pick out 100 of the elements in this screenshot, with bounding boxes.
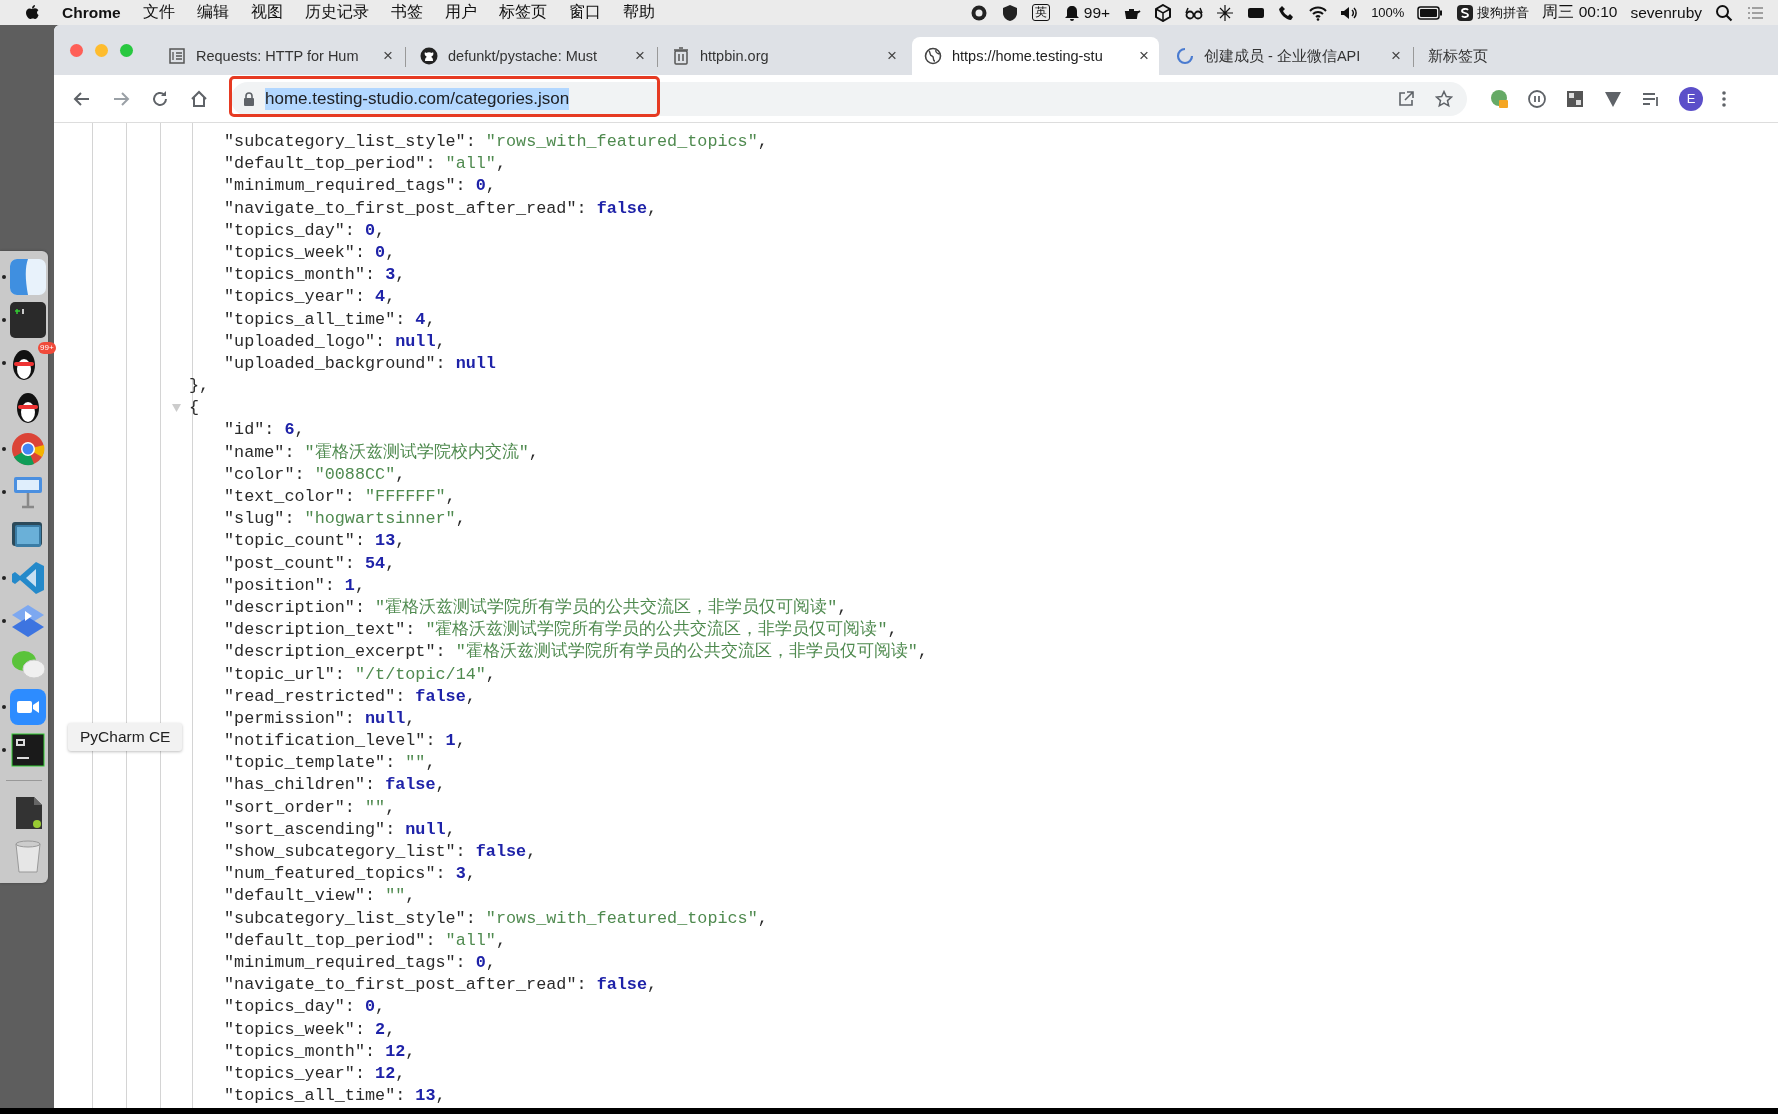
url-text: home.testing-studio.com/categories.json: [265, 87, 570, 110]
menu-item[interactable]: 编辑: [196, 2, 229, 23]
json-line: "topic_template": "",: [224, 752, 436, 775]
spinner-icon: [1176, 47, 1194, 65]
json-line: "navigate_to_first_post_after_read": false,: [224, 197, 658, 220]
close-tab-button[interactable]: ×: [635, 46, 645, 66]
terminal-icon[interactable]: [10, 301, 46, 338]
close-tab-button[interactable]: ×: [1139, 46, 1149, 66]
close-tab-button[interactable]: ×: [887, 46, 897, 66]
menu-item[interactable]: 文件: [142, 2, 175, 23]
sparkle-icon[interactable]: [1216, 3, 1235, 22]
json-line: "id": 6,: [224, 419, 305, 442]
split-square-icon[interactable]: [10, 258, 46, 295]
close-tab-button[interactable]: ×: [1391, 46, 1401, 66]
menu-item[interactable]: 用户: [444, 2, 477, 23]
menu-item[interactable]: 视图: [250, 2, 283, 23]
json-line: "default_top_period": "all",: [224, 929, 506, 952]
json-line: "description_excerpt": "霍格沃兹测试学院所有学员的公共交流区，非学员仅可阅读",: [224, 641, 928, 664]
browser-tab[interactable]: 创建成员 - 企业微信API ×: [1164, 37, 1411, 75]
json-line: "sort_ascending": null,: [224, 818, 456, 841]
json-line: "topic_count": 13,: [224, 530, 406, 553]
json-line: "permission": null,: [224, 707, 416, 730]
json-line: "subcategory_list_style": "rows_with_featured_topics",: [224, 131, 768, 153]
browser-tab[interactable]: 新标签页: [1416, 37, 1516, 75]
globe-icon: [924, 47, 942, 65]
json-line: "read_restricted": false,: [224, 685, 476, 708]
menu-item[interactable]: 帮助: [622, 2, 655, 23]
json-brace: {: [189, 397, 200, 420]
json-line: "default_top_period": "all",: [224, 153, 506, 176]
json-line: "topics_day": 0,: [224, 996, 386, 1019]
ring-logo-icon[interactable]: [10, 430, 46, 467]
battery-icon[interactable]: [1417, 5, 1444, 20]
json-line: "minimum_required_tags": 0,: [224, 175, 496, 198]
document-icon: [168, 47, 186, 65]
apple-logo-icon[interactable]: [24, 3, 40, 22]
json-line: "topics_week": 0,: [224, 241, 396, 264]
json-line: "uploaded_logo": null,: [224, 330, 446, 353]
json-line: "description": "霍格沃兹测试学院所有学员的公共交流区，非学员仅可阅读",: [224, 596, 848, 619]
lock-icon: [243, 91, 255, 106]
cube-icon[interactable]: [1154, 3, 1173, 22]
close-tab-button[interactable]: ×: [383, 46, 393, 66]
json-line: "default_view": "",: [224, 885, 416, 908]
notification-count: 99+: [1083, 3, 1111, 22]
circle-status-icon[interactable]: [969, 3, 988, 22]
json-line: "name": "霍格沃兹测试学院校内交流",: [224, 441, 539, 464]
json-line: "subcategory_list_style": "rows_with_featured_topics",: [224, 907, 768, 930]
profile-avatar[interactable]: E: [1679, 86, 1703, 111]
grid-square-icon[interactable]: [1565, 88, 1585, 109]
json-line: "show_subcategory_list": false,: [224, 841, 537, 863]
browser-tab[interactable]: https://home.testing-stu ×: [912, 37, 1159, 75]
battery-percentage: 100%: [1371, 5, 1405, 20]
json-line: "slug": "hogwartsinner",: [224, 508, 466, 531]
app-square-icon[interactable]: [10, 731, 46, 768]
input-method-name[interactable]: 搜狗拼音: [1477, 3, 1530, 22]
tooltip: PyCharm CE: [68, 723, 183, 751]
json-line: "post_count": 54,: [224, 552, 396, 575]
json-line: "topics_month": 3,: [224, 264, 406, 287]
menu-item[interactable]: 历史记录: [304, 2, 369, 23]
input-language-indicator[interactable]: 英: [1031, 4, 1050, 21]
browser-tab[interactable]: Requests: HTTP for Hum ×: [156, 37, 403, 75]
json-line: "has_children": false,: [224, 774, 446, 797]
input-method-icon[interactable]: [1456, 3, 1475, 22]
home-icon[interactable]: [189, 88, 209, 109]
video-camera-icon[interactable]: [10, 688, 46, 725]
jar-icon: [672, 47, 690, 65]
json-line: "topics_year": 12,: [224, 1062, 406, 1085]
json-line: "num_featured_topics": 3,: [224, 863, 476, 886]
json-line: "notification_level": 1,: [224, 730, 466, 753]
menu-item[interactable]: 书签: [390, 2, 423, 23]
menu-item[interactable]: 窗口: [568, 2, 601, 23]
clock[interactable]: 周三 00:10: [1542, 2, 1618, 23]
browser-tab[interactable]: httpbin.org ×: [660, 37, 907, 75]
json-line: "text_color": "FFFFFF",: [224, 486, 456, 508]
json-line: "uploaded_background": null: [224, 352, 496, 375]
json-line: "topics_year": 4,: [224, 286, 396, 309]
json-line: "position": 1,: [224, 574, 365, 597]
json-line: "topics_month": 12,: [224, 1040, 416, 1063]
star-icon[interactable]: [1435, 89, 1453, 108]
open-external-icon[interactable]: [1397, 89, 1415, 108]
json-brace: },: [189, 375, 210, 398]
menu-item[interactable]: 标签页: [498, 2, 547, 23]
search-icon[interactable]: [1715, 3, 1733, 22]
extension-icon[interactable]: [1489, 88, 1509, 109]
more-menu-icon[interactable]: [1721, 88, 1727, 109]
json-line: "topics_week": 2,: [224, 1018, 396, 1041]
shield-status-icon[interactable]: [1000, 3, 1019, 22]
json-line: "color": "0088CC",: [224, 463, 406, 486]
json-line: "topics_all_time": 13,: [224, 1085, 446, 1108]
play-icon[interactable]: [10, 602, 46, 639]
json-line: "topics_day": 0,: [224, 219, 386, 242]
json-line: "topic_url": "/t/topic/14",: [224, 663, 496, 686]
ribbon-logo-icon[interactable]: [10, 559, 46, 596]
app-menu[interactable]: Chrome: [62, 3, 121, 22]
json-line: "topics_all_time": 4,: [224, 308, 436, 331]
json-line: "description_text": "霍格沃兹测试学院所有学员的公共交流区，非学员仅可阅读",: [224, 619, 898, 641]
notification-badge: 99+: [38, 342, 56, 354]
browser-tab[interactable]: defunkt/pystache: Must ×: [408, 37, 655, 75]
json-line: "navigate_to_first_post_after_read": false,: [224, 974, 658, 997]
user-name[interactable]: sevenruby: [1630, 3, 1702, 22]
json-line: "sort_order": "",: [224, 796, 396, 819]
